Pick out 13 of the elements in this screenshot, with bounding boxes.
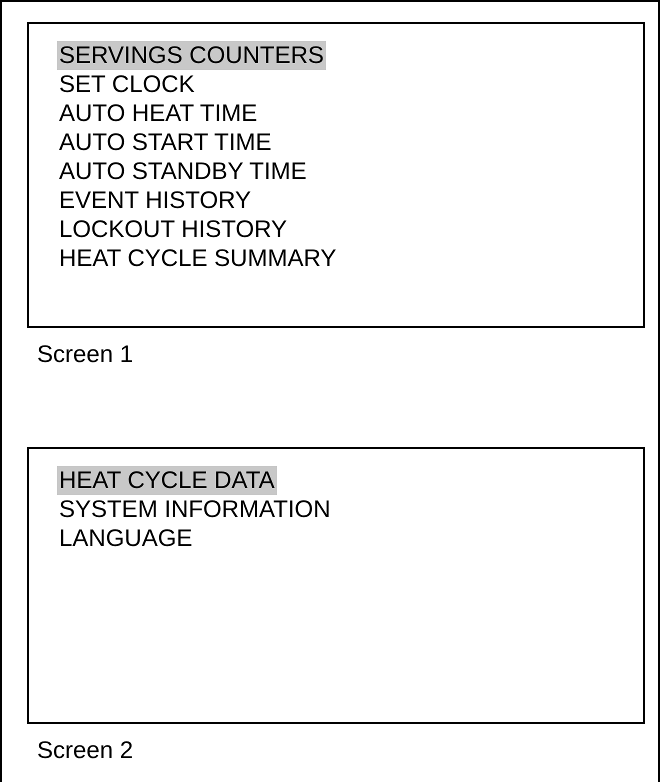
menu-item[interactable]: EVENT HISTORY	[57, 186, 254, 215]
menu-item[interactable]: SET CLOCK	[57, 70, 197, 99]
menu-item[interactable]: LOCKOUT HISTORY	[57, 215, 290, 244]
menu-item[interactable]: SYSTEM INFORMATION	[57, 495, 333, 524]
menu-item[interactable]: AUTO HEAT TIME	[57, 99, 260, 128]
screen-caption: Screen 1	[37, 340, 134, 369]
menu-item[interactable]: SERVINGS COUNTERS	[57, 41, 326, 70]
menu-item[interactable]: AUTO STANDBY TIME	[57, 157, 309, 186]
screen-caption: Screen 2	[37, 736, 134, 765]
menu-item[interactable]: HEAT CYCLE SUMMARY	[57, 244, 338, 273]
menu-item[interactable]: AUTO START TIME	[57, 128, 274, 157]
menu-item[interactable]: HEAT CYCLE DATA	[57, 466, 277, 495]
menu-item[interactable]: LANGUAGE	[57, 524, 194, 553]
